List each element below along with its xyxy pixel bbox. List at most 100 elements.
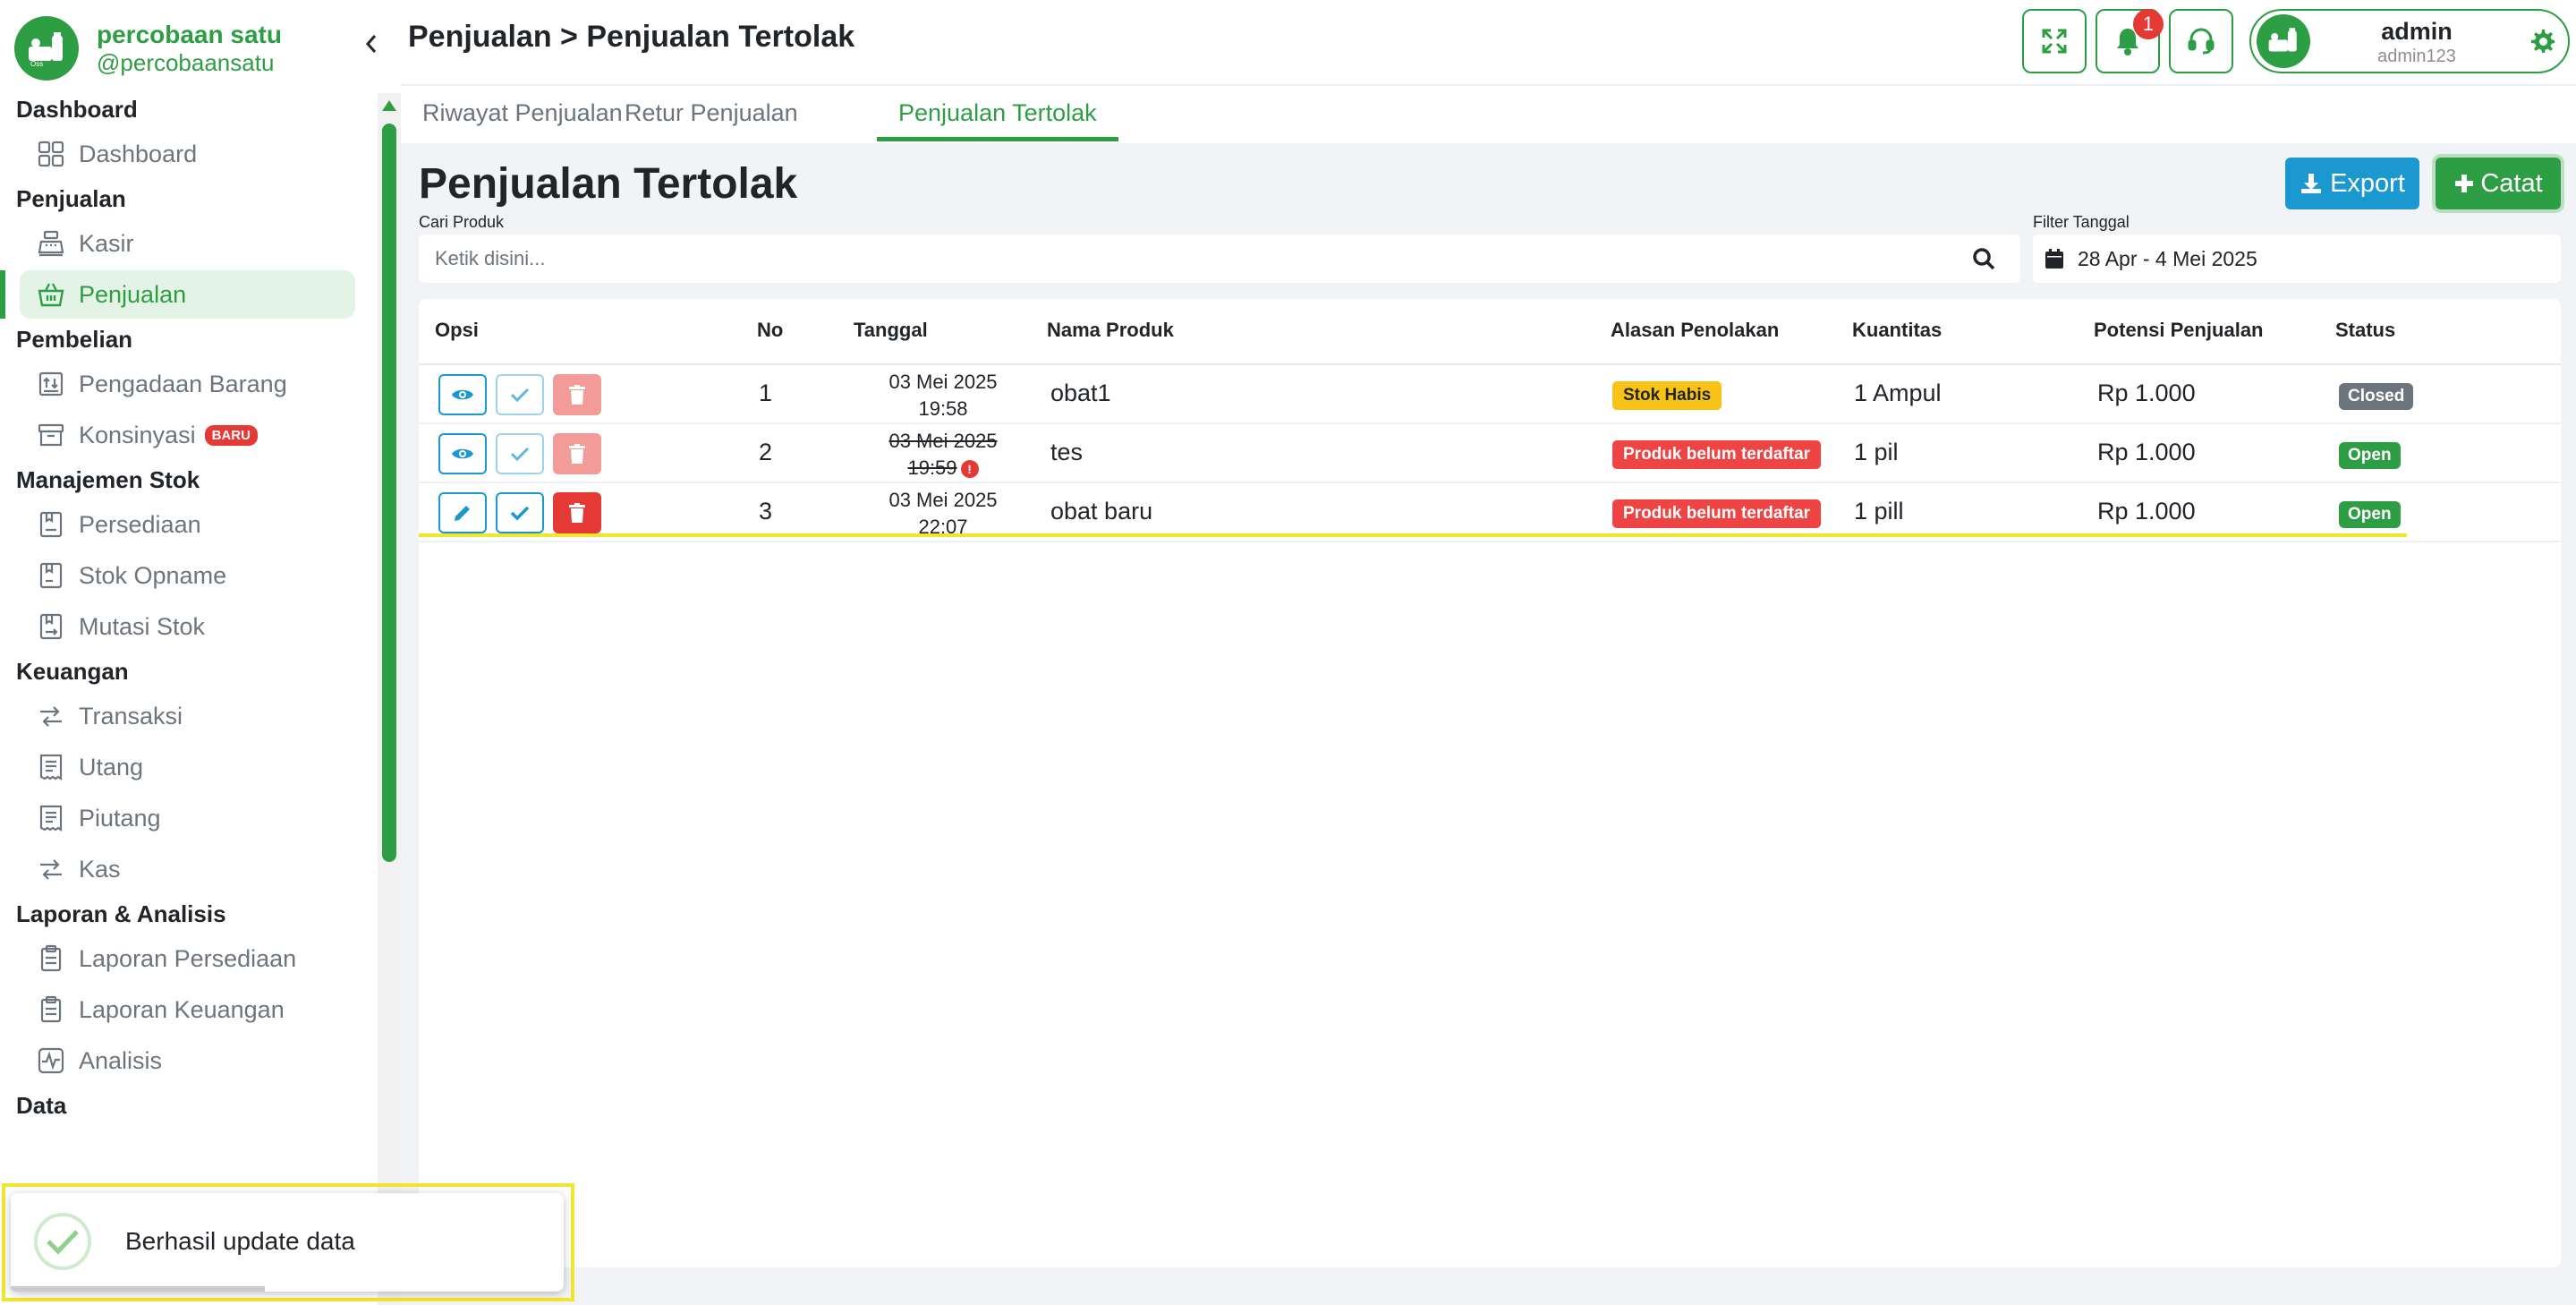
success-toast[interactable]: Berhasil update data (11, 1193, 564, 1292)
sidebar-item-penjualan[interactable]: Penjualan (0, 270, 355, 319)
column-header-opsi: Opsi (435, 319, 479, 341)
sidebar-item-persediaan[interactable]: Persediaan (20, 500, 355, 549)
notification-count-badge: 1 (2133, 9, 2164, 39)
sidebar-item-label: Pengadaan Barang (79, 370, 287, 397)
tab-penjualan-tertolak[interactable]: Penjualan Tertolak (877, 86, 1118, 141)
row-potential-sales: Rp 1.000 (2097, 498, 2196, 525)
page-title: Penjualan Tertolak (419, 160, 798, 208)
rejected-sales-table: Opsi No Tanggal Nama Produk Alasan Penol… (419, 299, 2561, 1267)
plus-icon (2453, 173, 2475, 194)
sidebar-item-transaksi[interactable]: Transaksi (20, 692, 355, 740)
approve-button[interactable] (496, 374, 544, 415)
nav-group-keuangan: Keuangan (16, 658, 129, 685)
column-header-tanggal: Tanggal (854, 319, 928, 341)
status-badge: Open (2339, 442, 2401, 469)
main-content: Penjualan Tertolak Export Catat Cari Pro… (401, 143, 2576, 1305)
scroll-up-arrow-icon[interactable] (382, 100, 396, 111)
export-label: Export (2330, 168, 2405, 198)
stock-mutation-icon (36, 611, 66, 642)
sidebar-item-label: Utang (79, 753, 144, 780)
brand[interactable]: Oss percobaan satu @percobaansatu (14, 16, 282, 81)
sidebar-scroll-thumb[interactable] (382, 124, 396, 862)
row-date-day: 03 Mei 2025 (888, 430, 998, 452)
approve-button[interactable] (496, 433, 544, 474)
top-header: Penjualan > Penjualan Tertolak 1 admin a… (401, 0, 2576, 86)
search-icon[interactable] (1972, 247, 1995, 270)
sidebar-item-kasir[interactable]: Kasir (20, 219, 355, 268)
edit-button[interactable] (438, 492, 487, 533)
tab-retur-penjualan[interactable]: Retur Penjualan (603, 86, 820, 141)
gear-icon[interactable] (2530, 29, 2555, 54)
sidebar-item-label: Laporan Persediaan (79, 944, 297, 972)
brand-logo-icon: Oss (14, 16, 79, 81)
row-quantity: 1 Ampul (1854, 380, 1942, 406)
table-row[interactable]: 2 03 Mei 2025 19:59! tes Produk belum te… (419, 424, 2561, 483)
sidebar-item-stok-opname[interactable]: Stok Opname (20, 551, 355, 600)
sidebar-item-pengadaan-barang[interactable]: Pengadaan Barang (20, 360, 355, 408)
column-header-status: Status (2335, 319, 2396, 341)
nav-group-pembelian: Pembelian (16, 326, 133, 353)
sidebar-item-piutang[interactable]: Piutang (20, 794, 355, 842)
sidebar-item-konsinyasi[interactable]: Konsinyasi BARU (20, 411, 355, 459)
delete-button[interactable] (553, 374, 601, 415)
sidebar-item-dashboard[interactable]: Dashboard (20, 130, 355, 178)
eye-icon (451, 446, 474, 462)
new-badge: BARU (204, 424, 258, 446)
sidebar-item-label: Konsinyasi (79, 421, 196, 448)
row-date-day: 03 Mei 2025 (888, 489, 998, 511)
row-product-name: obat1 (1050, 380, 1111, 406)
search-input[interactable] (435, 243, 1956, 274)
highlight-underline (419, 533, 2407, 537)
date-filter-input[interactable]: 28 Apr - 4 Mei 2025 (2033, 235, 2561, 283)
svg-text:Oss: Oss (30, 60, 43, 68)
row-potential-sales: Rp 1.000 (2097, 439, 2196, 465)
row-date-day: 03 Mei 2025 (888, 371, 998, 393)
inventory-icon (36, 509, 66, 540)
sidebar-item-label: Stok Opname (79, 561, 227, 589)
download-icon (2300, 172, 2323, 195)
sidebar-item-analisis[interactable]: Analisis (20, 1036, 355, 1085)
row-product-name: tes (1050, 439, 1084, 465)
brand-name: percobaan satu (97, 20, 282, 48)
user-id: admin123 (2377, 47, 2456, 66)
sidebar-item-laporan-persediaan[interactable]: Laporan Persediaan (20, 934, 355, 983)
fullscreen-button[interactable] (2022, 9, 2087, 73)
sidebar-item-mutasi-stok[interactable]: Mutasi Stok (20, 602, 355, 651)
sidebar-item-kas[interactable]: Kas (20, 845, 355, 893)
nav-group-data: Data (16, 1092, 67, 1119)
sidebar-item-label: Analisis (79, 1046, 163, 1074)
clipboard-icon (36, 994, 66, 1025)
clipboard-icon (36, 943, 66, 974)
chevron-left-icon[interactable] (361, 30, 378, 57)
approve-button[interactable] (496, 492, 544, 533)
view-button[interactable] (438, 433, 487, 474)
support-button[interactable] (2169, 9, 2233, 73)
sidebar-item-label: Dashboard (79, 140, 198, 167)
sidebar-item-label: Penjualan (79, 280, 187, 308)
table-row[interactable]: 1 03 Mei 2025 19:58 obat1 Stok Habis 1 A… (419, 365, 2561, 424)
toast-progress-bar (11, 1286, 266, 1292)
view-button[interactable] (438, 374, 487, 415)
row-quantity: 1 pill (1854, 498, 1904, 525)
sidebar-nav: Dashboard Dashboard Penjualan Kasir Penj… (0, 90, 367, 1123)
trash-icon (569, 444, 585, 464)
notification-button[interactable]: 1 (2096, 9, 2164, 73)
avatar (2257, 14, 2310, 68)
headset-icon (2186, 26, 2216, 56)
reason-badge: Stok Habis (1612, 381, 1722, 410)
status-badge: Open (2339, 501, 2401, 528)
breadcrumb: Penjualan > Penjualan Tertolak (408, 20, 855, 54)
expand-icon (2040, 27, 2069, 55)
delete-button[interactable] (553, 433, 601, 474)
sidebar-item-laporan-keuangan[interactable]: Laporan Keuangan (20, 985, 355, 1034)
user-menu[interactable]: admin admin123 (2249, 9, 2570, 73)
basket-icon (36, 279, 66, 310)
row-number: 3 (759, 498, 773, 525)
row-date: 03 Mei 2025 22:07 (854, 487, 1033, 541)
catat-button[interactable]: Catat (2436, 158, 2561, 209)
export-button[interactable]: Export (2285, 158, 2419, 209)
sidebar-item-utang[interactable]: Utang (20, 743, 355, 791)
search-field (419, 235, 2020, 283)
grid-icon (36, 139, 66, 169)
delete-button[interactable] (553, 492, 601, 533)
